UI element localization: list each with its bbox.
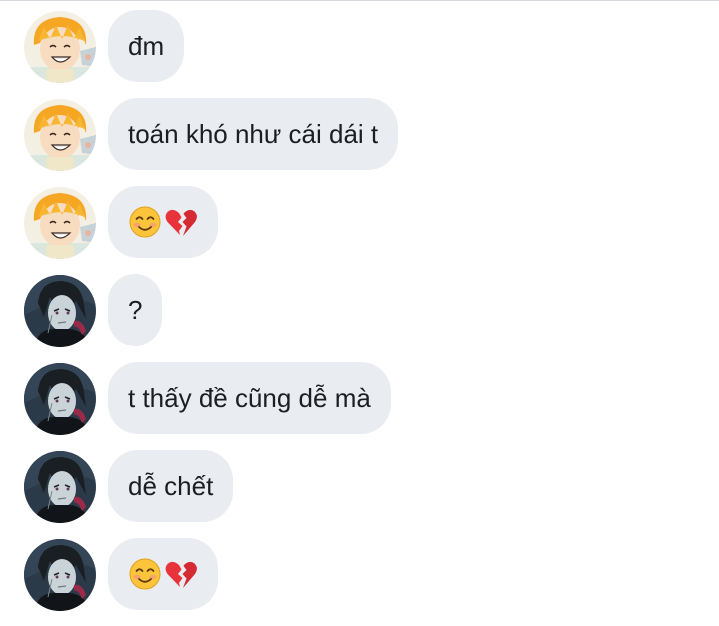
broken-heart-icon (164, 557, 198, 591)
genya-avatar-icon[interactable] (24, 363, 96, 435)
message-text: đm (128, 31, 165, 61)
genya-avatar-icon[interactable] (24, 539, 96, 611)
emoji-group (128, 557, 198, 591)
message-bubble[interactable] (108, 186, 218, 258)
emoji-group (128, 205, 198, 239)
message-bubble[interactable]: đm (108, 10, 185, 82)
zenitsu-avatar-icon[interactable] (24, 187, 96, 259)
broken-heart-icon (164, 205, 198, 239)
genya-avatar-icon[interactable] (24, 275, 96, 347)
message-text: dễ chết (128, 471, 214, 501)
message-text: ? (128, 295, 143, 325)
message-text: t thấy đề cũng dễ mà (128, 383, 371, 413)
message-bubble[interactable]: ? (108, 274, 163, 346)
message-bubble[interactable] (108, 538, 218, 610)
genya-avatar-icon[interactable] (24, 451, 96, 523)
message-bubble[interactable]: t thấy đề cũng dễ mà (108, 362, 391, 434)
message-bubble[interactable]: dễ chết (108, 450, 234, 522)
smiling-face-icon (128, 557, 162, 591)
message-row: t thấy đề cũng dễ mà (0, 362, 719, 435)
message-text: toán khó như cái dái t (128, 119, 379, 149)
message-bubble[interactable]: toán khó như cái dái t (108, 98, 399, 170)
zenitsu-avatar-icon[interactable] (24, 99, 96, 171)
message-row: dễ chết (0, 450, 719, 523)
message-row (0, 538, 719, 611)
message-list: đm toán khó như cái dái t ? t thấy đề cũ… (0, 10, 719, 626)
top-divider (0, 0, 719, 1)
zenitsu-avatar-icon[interactable] (24, 11, 96, 83)
message-row: đm (0, 10, 719, 83)
smiling-face-icon (128, 205, 162, 239)
message-row (0, 186, 719, 259)
message-row: ? (0, 274, 719, 347)
message-row: toán khó như cái dái t (0, 98, 719, 171)
